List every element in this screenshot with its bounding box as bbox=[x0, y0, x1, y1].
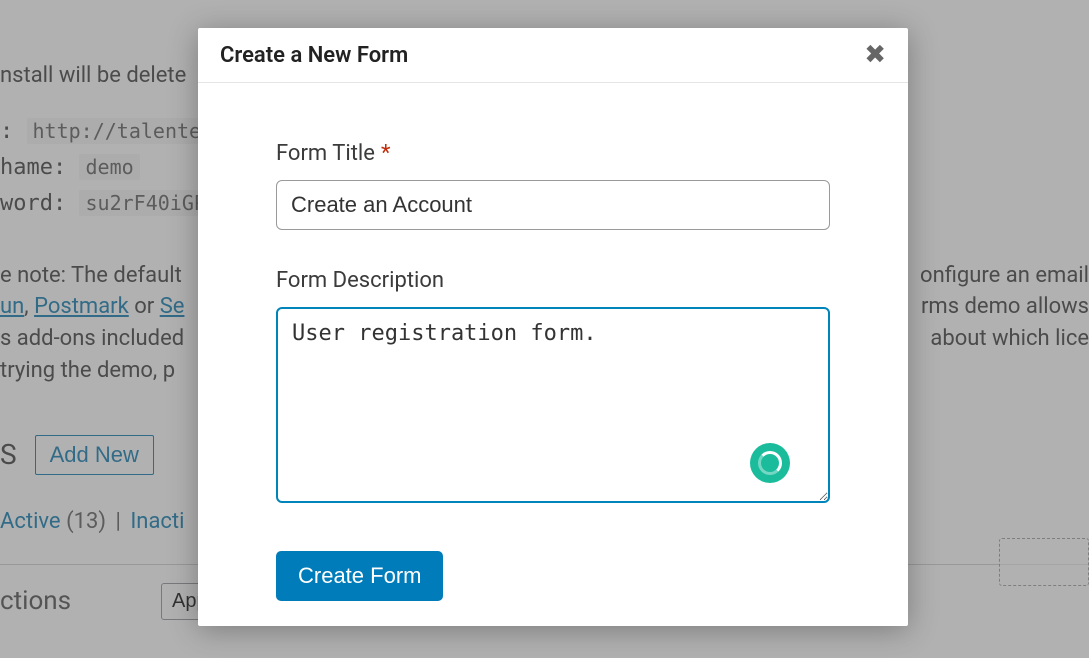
form-description-label: Form Description bbox=[276, 268, 830, 293]
modal-title: Create a New Form bbox=[220, 43, 408, 68]
form-title-label: Form Title* bbox=[276, 141, 830, 166]
create-form-button[interactable]: Create Form bbox=[276, 551, 443, 601]
create-form-modal: Create a New Form ✖ Form Title* Form Des… bbox=[198, 28, 908, 626]
close-icon[interactable]: ✖ bbox=[864, 42, 886, 68]
loading-spinner-icon bbox=[750, 443, 790, 483]
form-description-input[interactable] bbox=[276, 307, 830, 503]
form-title-input[interactable] bbox=[276, 180, 830, 230]
